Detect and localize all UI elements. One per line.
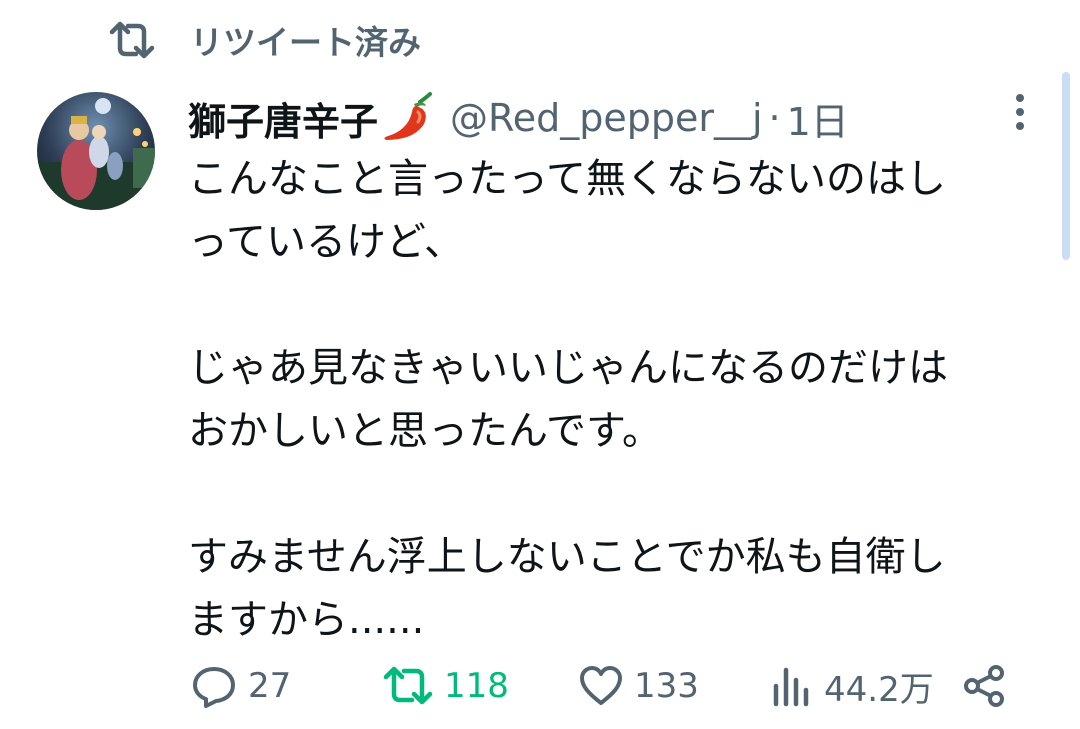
views-button[interactable]: 44.2万 (770, 656, 934, 716)
like-count: 133 (634, 666, 699, 706)
tweet-header: 獅子唐辛子 @Red_pepper__j · 1日 (188, 90, 849, 146)
avatar-image (37, 92, 155, 210)
separator-dot: · (768, 96, 781, 140)
retweet-context-label: リツイート済み (190, 23, 421, 62)
retweet-icon (383, 666, 433, 705)
retweet-icon (109, 21, 155, 59)
tweet-text: こんなこと言ったって無くならないのはし っているけど、 じゃあ見なきゃいいじゃん… (188, 156, 948, 643)
views-icon (773, 667, 809, 707)
views-count: 44.2万 (824, 669, 934, 710)
share-button[interactable] (962, 656, 1016, 716)
share-icon (964, 665, 1004, 707)
reply-icon (193, 667, 235, 708)
retweet-button[interactable]: 118 (382, 656, 509, 716)
like-button[interactable]: 133 (578, 656, 699, 716)
more-options-icon[interactable] (1006, 90, 1034, 134)
reply-button[interactable]: 27 (190, 656, 291, 716)
tweet-actions: 27 118 133 44.2万 (0, 656, 1080, 716)
scrollbar[interactable] (1062, 72, 1070, 260)
retweet-count: 118 (444, 666, 509, 706)
retweet-context: リツイート済み (108, 16, 421, 64)
timestamp[interactable]: 1日 (787, 91, 849, 146)
user-handle[interactable]: @Red_pepper__j (450, 96, 763, 140)
display-name[interactable]: 獅子唐辛子 (188, 91, 378, 146)
reply-count: 27 (248, 666, 292, 706)
avatar[interactable] (37, 92, 155, 210)
pepper-emoji-icon (384, 92, 433, 140)
like-icon (580, 666, 622, 705)
